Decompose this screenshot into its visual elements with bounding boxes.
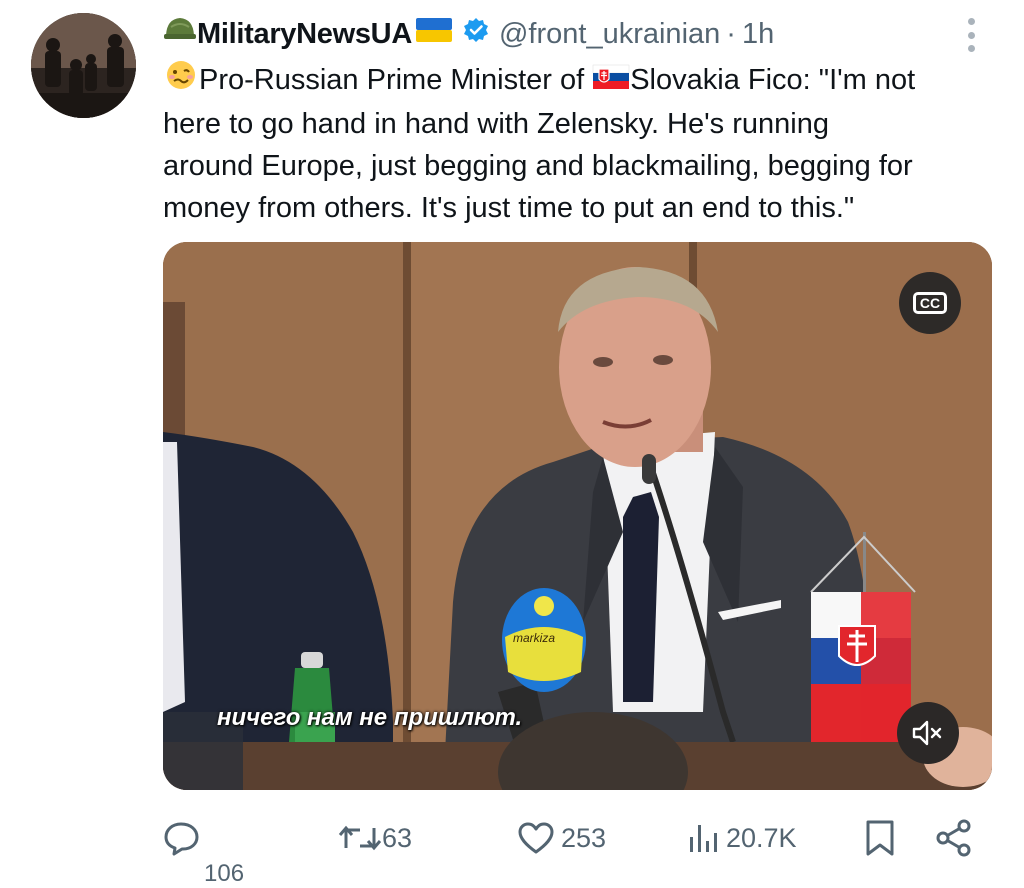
author-name[interactable]: MilitaryNewsUA — [197, 18, 412, 51]
tweet-text-line-3: around Europe, just begging and blackmai… — [163, 150, 913, 183]
view-count: 20.7K — [726, 822, 797, 853]
tweet-text-line-2: here to go hand in hand with Zelensky. H… — [163, 108, 829, 141]
tweet-action-bar: 63 253 20.7K — [0, 808, 1024, 874]
tweet-text-line-1: Pro-Russian Prime Minister of Slovakia F… — [163, 59, 998, 103]
reply-icon — [164, 822, 199, 856]
more-options-icon[interactable] — [958, 16, 984, 54]
views-bar-chart-icon — [690, 825, 717, 852]
reply-button[interactable] — [163, 818, 201, 858]
tweet-text-line-1-tail: Slovakia Fico: "I'm not — [630, 64, 916, 96]
like-count: 253 — [561, 822, 607, 853]
bookmark-icon — [866, 820, 894, 856]
reply-count: 106 — [204, 860, 245, 887]
share-button[interactable] — [934, 818, 974, 858]
unmute-button[interactable] — [897, 702, 959, 764]
tweet-video[interactable]: markiza CC ничего нам не пришлют. — [163, 242, 992, 790]
woozy-face-icon — [163, 59, 199, 103]
repost-count: 63 — [382, 822, 413, 853]
header-separator: · — [726, 17, 736, 50]
heart-icon — [518, 822, 554, 854]
verified-badge-icon — [463, 17, 489, 51]
bookmark-button[interactable] — [864, 818, 896, 858]
views-button[interactable]: 20.7K — [688, 818, 797, 858]
tweet-text-line-1-head: Pro-Russian Prime Minister of — [199, 64, 593, 96]
repost-icon — [338, 825, 382, 851]
tweet-header: MilitaryNewsUA @front_ukrainian · 1h — [163, 14, 774, 54]
slovakia-flag-icon — [592, 60, 630, 102]
tweet-timestamp[interactable]: 1h — [742, 18, 774, 51]
share-icon — [936, 819, 971, 857]
author-handle[interactable]: @front_ukrainian — [499, 18, 720, 51]
captions-button[interactable]: CC — [899, 272, 961, 334]
ukraine-flag-icon — [415, 16, 453, 52]
avatar-image — [31, 13, 136, 118]
avatar[interactable] — [31, 13, 136, 118]
military-helmet-icon — [163, 15, 197, 53]
muted-speaker-icon — [912, 720, 942, 746]
repost-button[interactable]: 63 — [338, 818, 412, 858]
captions-label: CC — [912, 292, 948, 314]
like-button[interactable]: 253 — [517, 818, 606, 858]
tweet-text-line-4: money from others. It's just time to put… — [163, 192, 855, 225]
video-subtitle: ничего нам не пришлют. — [217, 704, 523, 731]
tweet-text: Pro-Russian Prime Minister of Slovakia F… — [163, 59, 998, 229]
mic-brand-label: markiza — [513, 631, 555, 645]
